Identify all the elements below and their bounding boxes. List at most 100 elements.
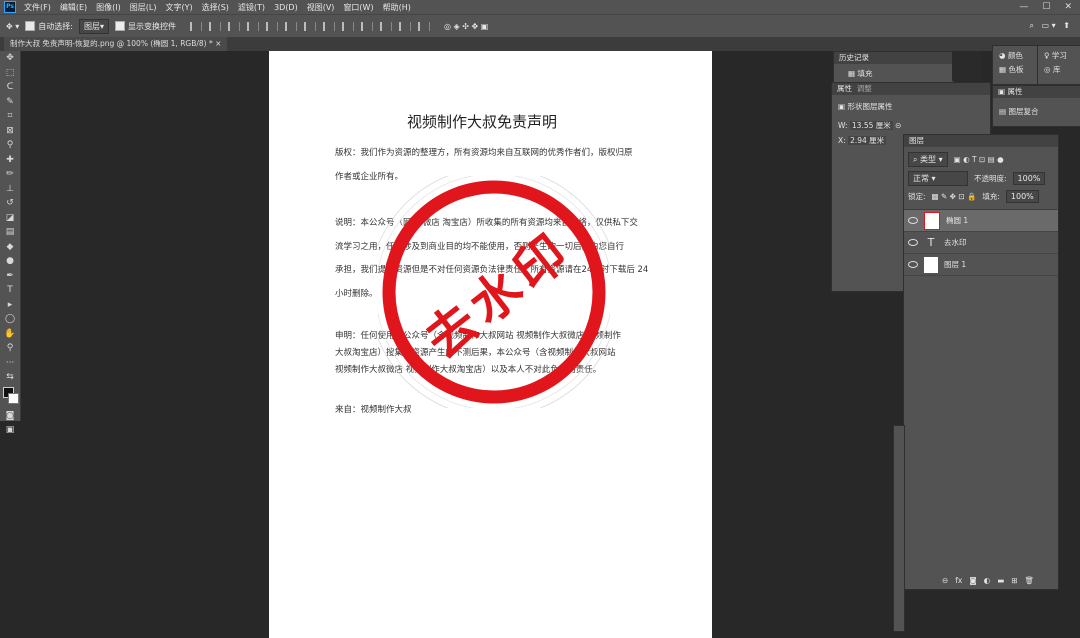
menu-help[interactable]: 帮助(H)	[383, 2, 411, 13]
marquee-tool-icon[interactable]: ⬚	[0, 66, 20, 81]
background-color-icon[interactable]	[8, 392, 19, 404]
minimize-icon[interactable]: —	[1019, 2, 1028, 12]
layer-row-ellipse[interactable]: 椭圆 1	[904, 210, 1058, 231]
hand-tool-icon[interactable]: ✋	[0, 327, 20, 342]
width-value[interactable]: 13.55 厘米	[849, 121, 893, 130]
menu-window[interactable]: 窗口(W)	[343, 2, 373, 13]
distribute-right-icon[interactable]	[341, 21, 354, 31]
visibility-eye-icon[interactable]	[908, 239, 918, 246]
auto-select-dropdown[interactable]: 图层 ▾	[78, 18, 109, 34]
layers-tab[interactable]: 图层	[904, 135, 1058, 147]
search-icon[interactable]: ⌕ ▭ ▾ ⬆	[1029, 21, 1070, 31]
document-tab[interactable]: 制作大叔 免责声明-恢复的.png @ 100% (椭圆 1, RGB/8) *…	[4, 37, 228, 51]
lasso-tool-icon[interactable]: ᑕ	[0, 80, 20, 95]
adjustment-icon[interactable]: ◐	[984, 576, 991, 585]
distribute-top-icon[interactable]	[360, 21, 373, 31]
learn-tab[interactable]: ♀ 学习	[1038, 46, 1080, 61]
menu-file[interactable]: 文件(F)	[24, 2, 51, 13]
layer-name[interactable]: 椭圆 1	[946, 215, 968, 226]
distribute-center-icon[interactable]	[322, 21, 335, 31]
align-middle-icon[interactable]	[265, 21, 278, 31]
layer-row-background[interactable]: 图层 1	[904, 253, 1058, 276]
blur-tool-icon[interactable]: ◆	[0, 240, 20, 255]
menu-type[interactable]: 文字(Y)	[165, 2, 192, 13]
distribute-bottom-icon[interactable]	[398, 21, 411, 31]
menu-filter[interactable]: 滤镜(T)	[238, 2, 265, 13]
visibility-eye-icon[interactable]	[908, 217, 918, 224]
auto-align-icon[interactable]	[417, 21, 430, 31]
quick-select-icon[interactable]: ✎	[0, 95, 20, 110]
lock-icons[interactable]: ▩ ✎ ✥ ⊡ 🔒	[932, 192, 977, 201]
layer-comps-tab[interactable]: ▤ 图层复合	[993, 98, 1080, 117]
gradient-tool-icon[interactable]: ▤	[0, 225, 20, 240]
distribute-middle-icon[interactable]	[379, 21, 392, 31]
move-tool-icon[interactable]: ✥ ▾	[6, 22, 19, 31]
filter-icons[interactable]: ▣ ◐ T ⊡ ▤ ●	[954, 155, 1004, 164]
3d-mode-icons[interactable]: ◎ ◈ ✣ ✥ ▣	[444, 22, 488, 31]
history-brush-icon[interactable]: ↺	[0, 196, 20, 211]
menu-edit[interactable]: 编辑(E)	[60, 2, 87, 13]
blend-mode-dropdown[interactable]: 正常 ▾	[908, 171, 968, 186]
adjust-panel-tab[interactable]: ▣ 属性	[993, 86, 1080, 98]
auto-select-checkbox[interactable]: 自动选择:	[25, 21, 73, 32]
layer-row-text[interactable]: T 去水印	[904, 231, 1058, 253]
x-value[interactable]: 2.94 厘米	[848, 136, 887, 145]
history-item[interactable]: ▦ 填充	[834, 64, 953, 79]
folder-icon[interactable]: ▬	[997, 576, 1004, 585]
link-layers-icon[interactable]: ⊖	[942, 576, 948, 585]
menu-3d[interactable]: 3D(D)	[274, 3, 298, 12]
trash-icon[interactable]: 🗑	[1025, 576, 1035, 585]
brush-tool-icon[interactable]: ✏	[0, 167, 20, 182]
layer-name[interactable]: 图层 1	[944, 259, 966, 270]
more-tools-icon[interactable]: ···	[0, 356, 20, 371]
fx-icon[interactable]: fx	[955, 576, 962, 585]
close-icon[interactable]: ✕	[1064, 2, 1072, 12]
color-tab[interactable]: ◕ 颜色	[993, 46, 1038, 61]
align-bottom-icon[interactable]	[284, 21, 297, 31]
zoom-tool-icon[interactable]: ⚲	[0, 341, 20, 356]
menu-image[interactable]: 图像(I)	[96, 2, 121, 13]
dodge-tool-icon[interactable]: ●	[0, 254, 20, 269]
width-field[interactable]: W: 13.55 厘米 ⊝	[832, 112, 990, 131]
menu-view[interactable]: 视图(V)	[307, 2, 335, 13]
maximize-icon[interactable]: ☐	[1042, 2, 1050, 12]
screen-mode-icon[interactable]: ▣	[0, 423, 20, 438]
eraser-tool-icon[interactable]: ◪	[0, 211, 20, 226]
distribute-left-icon[interactable]	[303, 21, 316, 31]
layer-name[interactable]: 去水印	[944, 237, 967, 248]
libraries-tab[interactable]: ◎ 库	[1038, 61, 1080, 75]
swatches-tab[interactable]: ▦ 色板	[993, 61, 1038, 75]
pen-tool-icon[interactable]: ✒	[0, 269, 20, 284]
align-left-icon[interactable]	[189, 21, 202, 31]
path-select-icon[interactable]: ▸	[0, 298, 20, 313]
mask-icon[interactable]: ◙	[969, 576, 976, 585]
close-tab-icon[interactable]: ×	[215, 39, 221, 48]
document-canvas[interactable]: 视频制作大叔免责声明 版权：我们作为资源的整理方，所有资源均来自互联网的优秀作者…	[269, 51, 712, 638]
visibility-eye-icon[interactable]	[908, 261, 918, 268]
layer-filter-dropdown[interactable]: ⌕ 类型 ▾	[908, 152, 948, 167]
align-top-icon[interactable]	[246, 21, 259, 31]
healing-brush-icon[interactable]: ✚	[0, 153, 20, 168]
adjustments-tab[interactable]: 调整	[857, 84, 872, 93]
history-tab[interactable]: 历史记录	[834, 52, 953, 64]
align-center-icon[interactable]	[208, 21, 221, 31]
properties-tab[interactable]: 属性	[837, 84, 852, 93]
clone-stamp-icon[interactable]: ⊥	[0, 182, 20, 197]
menu-select[interactable]: 选择(S)	[202, 2, 229, 13]
opacity-input[interactable]: 100%	[1012, 172, 1046, 185]
color-swatches[interactable]	[0, 385, 20, 409]
ellipse-tool-icon[interactable]: ◯	[0, 312, 20, 327]
eyedropper-icon[interactable]: ⚲	[0, 138, 20, 153]
default-colors-icon[interactable]: ⇆	[0, 370, 20, 385]
quick-mask-icon[interactable]: ◙	[0, 409, 20, 424]
menu-layer[interactable]: 图层(L)	[130, 2, 157, 13]
type-tool-icon[interactable]: T	[0, 283, 20, 298]
new-layer-icon[interactable]: ⊞	[1011, 576, 1017, 585]
fill-input[interactable]: 100%	[1005, 190, 1039, 203]
show-transform-checkbox[interactable]: 显示变换控件	[114, 21, 176, 32]
align-right-icon[interactable]	[227, 21, 240, 31]
link-icon[interactable]: ⊝	[895, 121, 901, 130]
crop-tool-icon[interactable]: ⌗	[0, 109, 20, 124]
move-tool-icon[interactable]: ✥	[0, 51, 20, 66]
frame-tool-icon[interactable]: ⊠	[0, 124, 20, 139]
